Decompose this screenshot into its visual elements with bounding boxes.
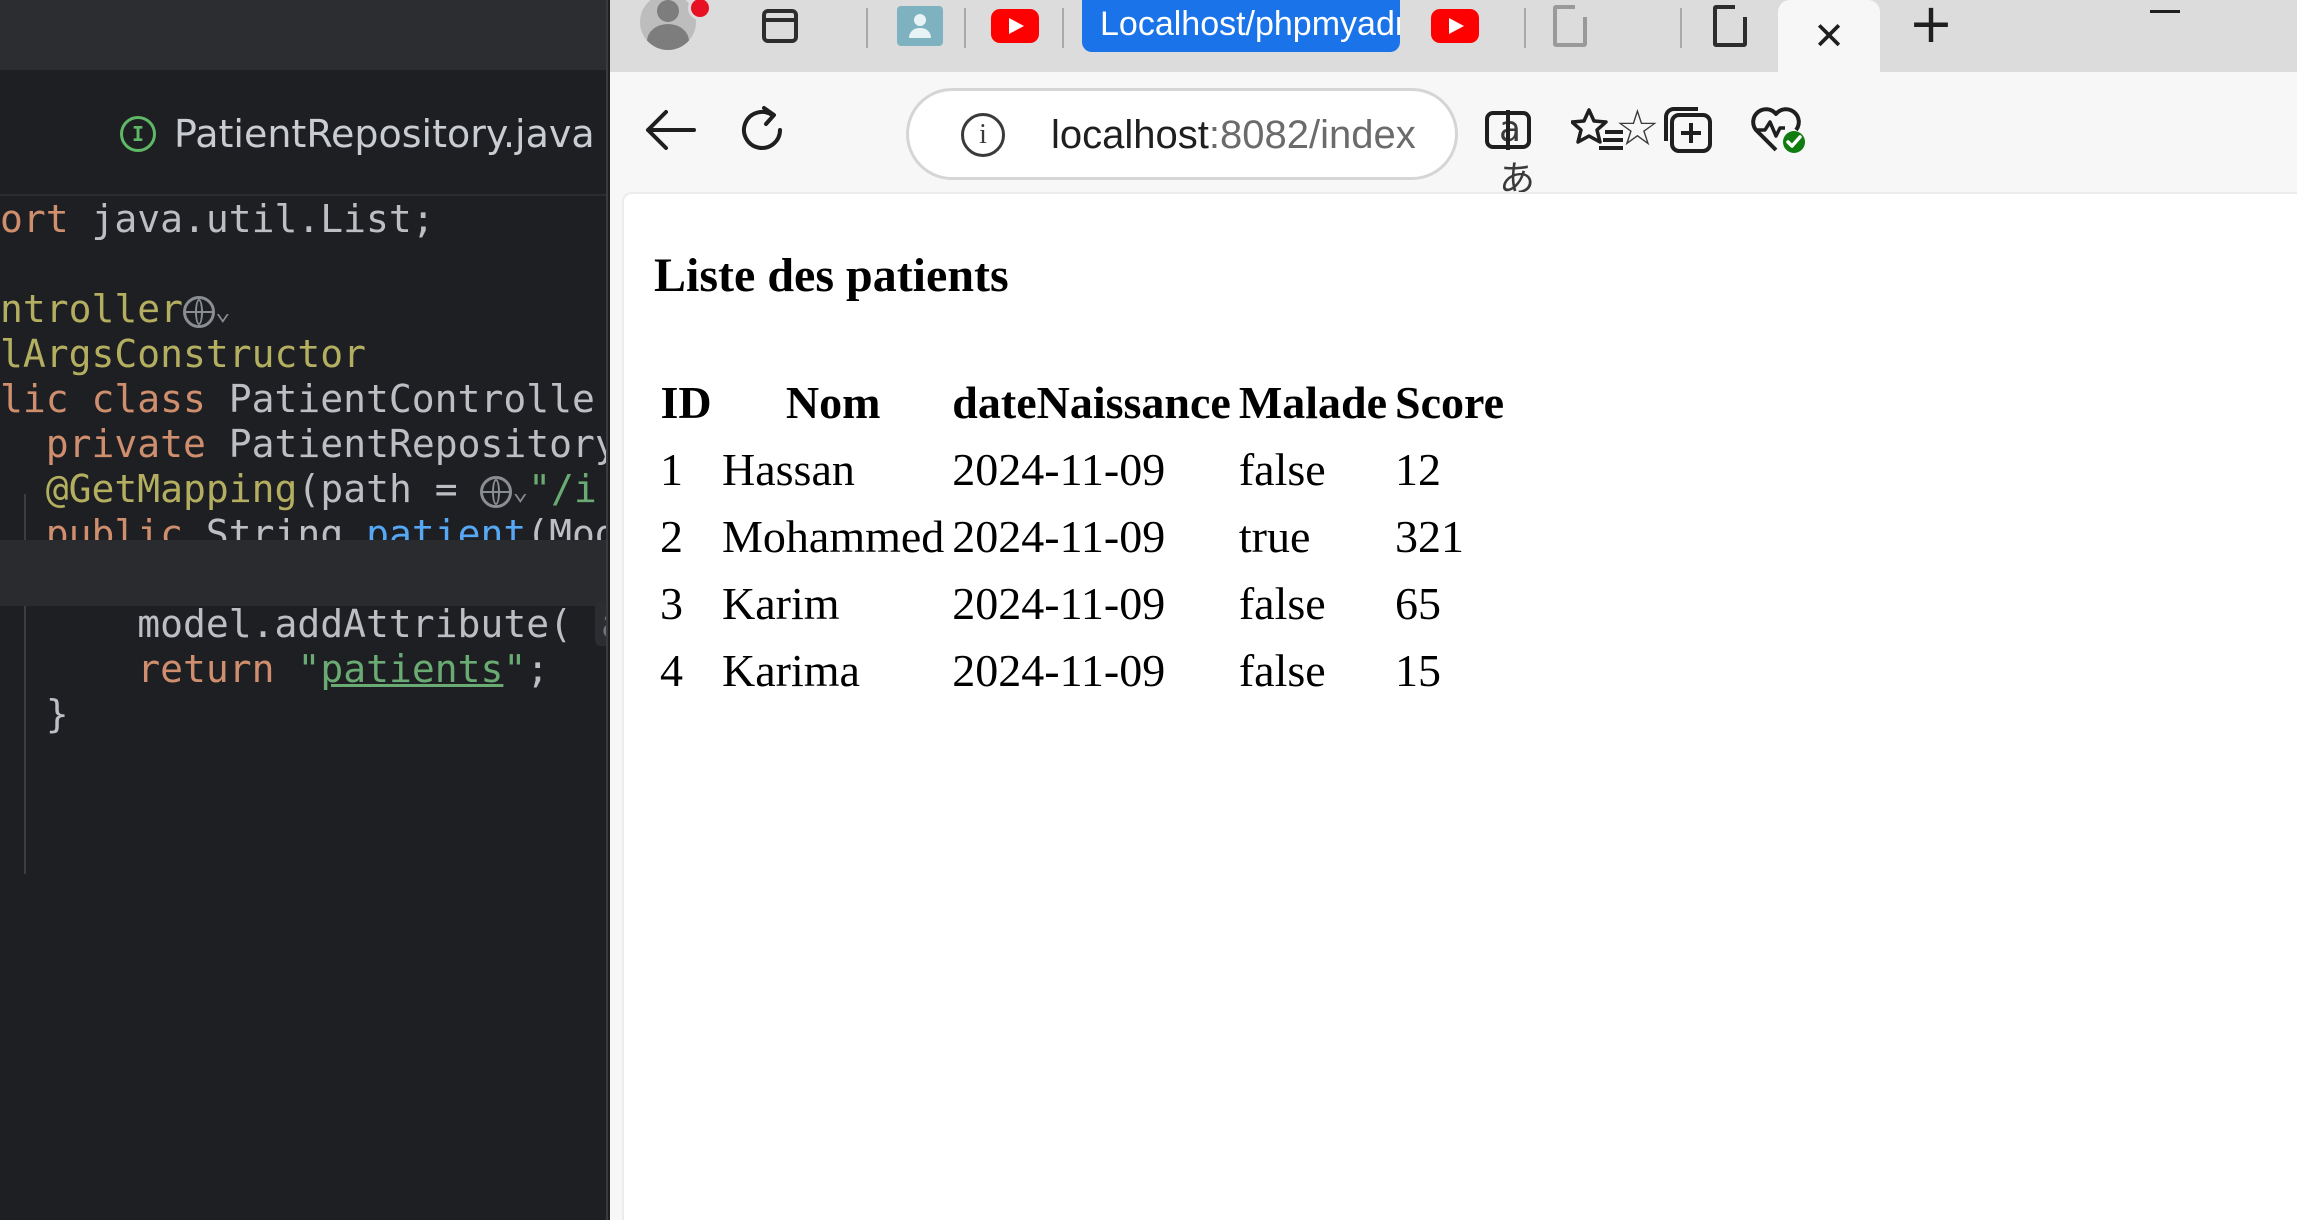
document-icon (1713, 5, 1747, 47)
column-header-score: Score (1395, 377, 1505, 428)
cell-nom: Mohammed (722, 511, 945, 562)
cell-date-naissance: 2024-11-09 (952, 444, 1166, 495)
table-row: 2 Mohammed 2024-11-09 true 321 (654, 503, 1508, 570)
minimize-button[interactable] (2150, 10, 2180, 13)
close-tab-button[interactable]: ✕ (1778, 0, 1880, 72)
cell-nom: Karima (722, 645, 860, 696)
profile-button[interactable] (640, 0, 712, 52)
youtube-icon (991, 9, 1039, 43)
column-header-date-naissance: dateNaissance (952, 377, 1231, 428)
active-tab-label: Localhost/phpmyadmin (1100, 5, 1400, 43)
interface-file-icon: I (120, 116, 156, 152)
tab-separator (1062, 8, 1064, 48)
patients-table: ID Nom dateNaissance Malade Score 1 Hass… (654, 370, 1508, 704)
browser-window: Localhost/phpmyadmin ✕ + i localhost:80 (610, 0, 2297, 1220)
cell-score: 65 (1395, 578, 1442, 629)
workspaces-button[interactable] (750, 0, 810, 52)
editor-tab-patient-repository[interactable]: I PatientRepository.java (120, 112, 595, 156)
tab-youtube-2[interactable] (1410, 0, 1500, 52)
back-button[interactable] (640, 100, 700, 160)
url-host: localhost (1051, 113, 1209, 157)
new-tab-button[interactable]: + (1906, 0, 1956, 55)
tab-separator (964, 8, 966, 48)
cell-malade: false (1238, 444, 1326, 495)
cell-id: 3 (660, 578, 683, 629)
cell-score: 321 (1395, 511, 1465, 562)
tab-active-phpmyadmin[interactable]: Localhost/phpmyadmin (1082, 0, 1400, 52)
tab-blank-2[interactable] (1690, 0, 1770, 52)
code-line-12: } (0, 692, 69, 736)
tab-blank-1[interactable] (1530, 0, 1610, 52)
table-row: 4 Karima 2024-11-09 false 15 (654, 637, 1508, 704)
cell-date-naissance: 2024-11-09 (952, 578, 1166, 629)
code-line-11: return "patients"; (137, 647, 550, 691)
tab-strip: Localhost/phpmyadmin ✕ + (610, 0, 2297, 72)
cell-nom: Karim (722, 578, 840, 629)
cell-id: 4 (660, 645, 683, 696)
browser-toolbar: i localhost:8082/index aあ ☆ (610, 72, 2297, 200)
info-icon[interactable]: i (961, 113, 1005, 157)
collections-icon (1664, 107, 1712, 153)
cell-nom: Hassan (722, 444, 855, 495)
arrow-left-icon (646, 110, 696, 150)
editor-tab-label: PatientRepository.java (174, 112, 595, 156)
window-divider (606, 0, 608, 1220)
cell-malade: true (1238, 511, 1311, 562)
tab-separator (1524, 8, 1526, 48)
cell-score: 12 (1395, 444, 1442, 495)
address-bar[interactable]: i localhost:8082/index aあ ☆ (906, 88, 1660, 200)
tab-contact[interactable] (880, 0, 960, 52)
health-heart-icon (1751, 107, 1805, 153)
refresh-icon (742, 106, 782, 150)
tab-separator (866, 8, 868, 48)
web-page: Liste des patients ID Nom dateNaissance … (622, 192, 2297, 1220)
cell-date-naissance: 2024-11-09 (952, 511, 1166, 562)
url-text[interactable]: localhost:8082/index (1051, 109, 1416, 161)
column-header-malade: Malade (1238, 377, 1388, 428)
table-row: 3 Karim 2024-11-09 false 65 (654, 570, 1508, 637)
favorites-button[interactable] (1568, 100, 1628, 160)
favorites-list-icon (1571, 108, 1623, 150)
ide-title-bar (0, 0, 608, 70)
workspaces-icon (762, 9, 798, 43)
tab-separator (1680, 8, 1682, 48)
youtube-icon (1431, 9, 1479, 43)
cell-malade: false (1238, 578, 1326, 629)
document-icon (1553, 5, 1587, 47)
column-header-nom: Nom (785, 377, 881, 428)
cell-date-naissance: 2024-11-09 (952, 645, 1166, 696)
column-header-id: ID (660, 377, 712, 428)
notification-dot (688, 0, 712, 20)
tab-youtube-1[interactable] (970, 0, 1060, 52)
ide-editor-tabbar: I PatientRepository.java (0, 70, 608, 196)
page-title: Liste des patients (654, 249, 1009, 302)
contact-card-icon (897, 6, 943, 46)
close-icon: ✕ (1813, 14, 1845, 58)
cell-score: 15 (1395, 645, 1442, 696)
table-header-row: ID Nom dateNaissance Malade Score (654, 370, 1508, 436)
ide-window: I PatientRepository.java ort java.util.L… (0, 0, 608, 1220)
reload-button[interactable] (732, 100, 792, 160)
plus-icon: + (1908, 0, 1954, 55)
code-line-1: ort java.util.List; (0, 197, 435, 241)
collections-button[interactable] (1658, 100, 1718, 160)
cell-malade: false (1238, 645, 1326, 696)
cell-id: 2 (660, 511, 683, 562)
url-path: :8082/index (1208, 113, 1416, 157)
table-row: 1 Hassan 2024-11-09 false 12 (654, 436, 1508, 503)
split-screen-button[interactable] (1478, 100, 1538, 160)
split-screen-icon (1485, 110, 1531, 150)
cell-id: 1 (660, 444, 683, 495)
browser-essentials-button[interactable] (1748, 100, 1808, 160)
